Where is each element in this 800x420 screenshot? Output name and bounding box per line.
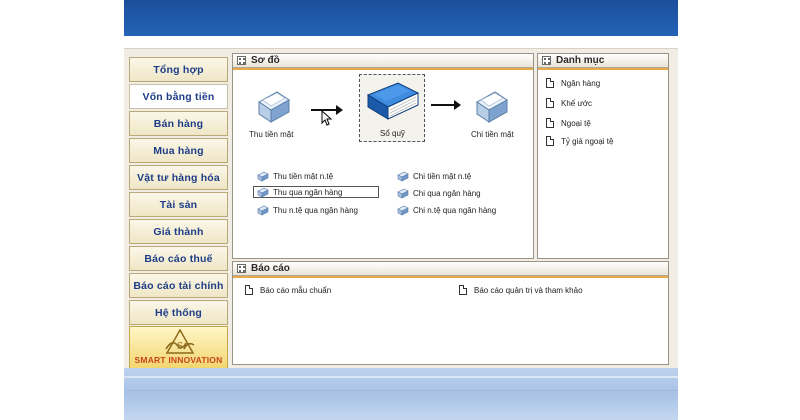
company-logo: S SMART INNOVATION (129, 326, 228, 369)
danh-muc-khe-uoc[interactable]: Khế ước (546, 98, 592, 108)
book-icon (366, 82, 420, 120)
danh-muc-ngan-hang[interactable]: Ngân hàng (546, 78, 600, 88)
node-label-chi: Chi tiền mặt (471, 130, 514, 139)
folder-small-icon (397, 188, 409, 199)
sidebar-item-tai-san[interactable]: Tài sản (129, 192, 228, 217)
task-label: Thu qua ngân hàng (273, 187, 343, 197)
document-icon (459, 285, 467, 295)
task-chi-qua-ngan-hang[interactable]: Chi qua ngân hàng (397, 187, 481, 199)
sidebar: Tổng hợp Vốn bằng tiền Bán hàng Mua hàng… (129, 51, 229, 369)
document-icon (546, 98, 554, 108)
list-item-label: Báo cáo mẫu chuẩn (260, 285, 332, 295)
arrow-right-icon (431, 100, 461, 110)
bao-cao-mau-chuan[interactable]: Báo cáo mẫu chuẩn (245, 285, 331, 295)
grid-icon (237, 264, 246, 273)
folder-icon (476, 91, 508, 123)
logo-text: SMART INNOVATION (134, 355, 223, 365)
danh-muc-panel: Danh mục Ngân hàng Khế ước Ngoại tệ Tỷ g… (537, 53, 669, 259)
danh-muc-ngoai-te[interactable]: Ngoại tệ (546, 118, 591, 128)
folder-small-icon (397, 205, 409, 216)
task-thu-qua-ngan-hang[interactable]: Thu qua ngân hàng (253, 186, 379, 198)
sidebar-item-bao-cao-tai-chinh[interactable]: Báo cáo tài chính (129, 273, 228, 298)
sidebar-item-bao-cao-thue[interactable]: Báo cáo thuế (129, 246, 228, 271)
bao-cao-panel: Báo cáo Báo cáo mẫu chuẩn Báo cáo quản t… (232, 261, 669, 365)
sidebar-item-gia-thanh[interactable]: Giá thành (129, 219, 228, 244)
task-label: Chi qua ngân hàng (413, 188, 481, 198)
list-item-label: Khế ước (561, 98, 593, 108)
sidebar-item-he-thong[interactable]: Hệ thống (129, 300, 228, 325)
task-label: Chi tiền mặt n.tệ (413, 171, 472, 181)
so-do-panel: Sơ đồ Thu tiền mặt Sổ quỹ Chi tiền mặt T… (232, 53, 534, 259)
logo-mark-icon: S (165, 329, 195, 354)
sidebar-item-vat-tu-hang-hoa[interactable]: Vật tư hàng hóa (129, 165, 228, 190)
list-item-label: Ngân hàng (561, 78, 601, 88)
bao-cao-title: Báo cáo (251, 263, 290, 274)
svg-text:S: S (177, 342, 183, 352)
grid-icon (542, 56, 551, 65)
task-thu-tien-mat-ntе[interactable]: Thu tiền mặt n.tệ (257, 170, 333, 182)
task-label: Thu tiền mặt n.tệ (273, 171, 334, 181)
list-item-label: Tỷ giá ngoại tệ (561, 136, 614, 146)
task-chi-tien-mat-nte[interactable]: Chi tiền mặt n.tệ (397, 170, 471, 182)
folder-small-icon (397, 171, 409, 182)
folder-icon (258, 91, 290, 123)
folder-small-icon (257, 205, 269, 216)
bottom-banner (124, 368, 678, 420)
danh-muc-ty-gia-ngoai-te[interactable]: Tỷ giá ngoại tệ (546, 136, 613, 146)
so-do-header: Sơ đồ (233, 54, 533, 70)
document-icon (546, 78, 554, 88)
app-stage: Tổng hợp Vốn bằng tiền Bán hàng Mua hàng… (124, 0, 678, 420)
task-label: Thu n.tệ qua ngân hàng (273, 205, 358, 215)
mouse-cursor-icon (321, 110, 333, 126)
sidebar-item-mua-hang[interactable]: Mua hàng (129, 138, 228, 163)
bao-cao-header: Báo cáo (233, 262, 668, 278)
bao-cao-quan-tri[interactable]: Báo cáo quản trị và tham khảo (459, 285, 583, 295)
document-icon (546, 118, 554, 128)
document-icon (245, 285, 253, 295)
document-icon (546, 136, 554, 146)
node-so-quy[interactable]: Sổ quỹ (359, 74, 425, 142)
top-banner (124, 0, 678, 36)
danh-muc-header: Danh mục (538, 54, 668, 70)
sidebar-item-tong-hop[interactable]: Tổng hợp (129, 57, 228, 82)
folder-small-icon (257, 171, 269, 182)
folder-small-icon (257, 187, 269, 198)
grid-icon (237, 56, 246, 65)
list-item-label: Ngoại tệ (561, 118, 591, 128)
so-do-title: Sơ đồ (251, 55, 280, 66)
list-item-label: Báo cáo quản trị và tham khảo (474, 285, 583, 295)
sidebar-item-von-bang-tien[interactable]: Vốn bằng tiền (129, 84, 228, 109)
task-label: Chi n.tệ qua ngân hàng (413, 205, 497, 215)
main-window: Tổng hợp Vốn bằng tiền Bán hàng Mua hàng… (124, 48, 678, 369)
danh-muc-title: Danh mục (556, 55, 605, 66)
task-chi-nte-qua-ngan-hang[interactable]: Chi n.tệ qua ngân hàng (397, 204, 496, 216)
node-label-so-quy: Sổ quỹ (380, 129, 405, 138)
task-thu-nte-qua-ngan-hang[interactable]: Thu n.tệ qua ngân hàng (257, 204, 358, 216)
node-label-thu: Thu tiền mặt (249, 130, 294, 139)
sidebar-item-ban-hang[interactable]: Bán hàng (129, 111, 228, 136)
